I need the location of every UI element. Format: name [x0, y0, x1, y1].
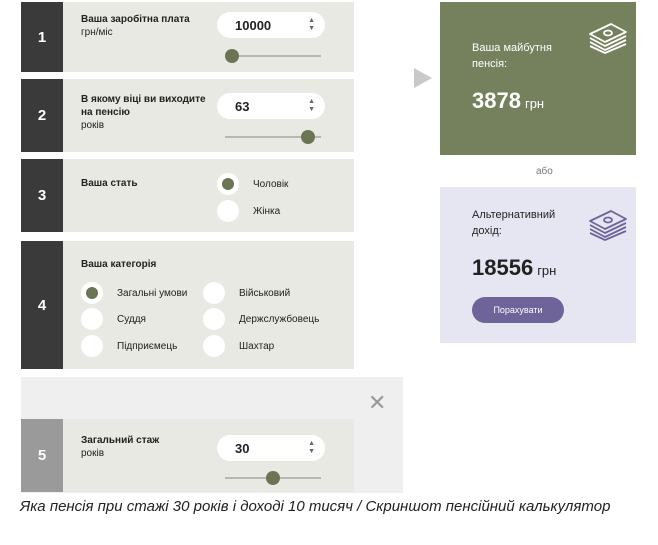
category-label: Ваша категорія — [81, 259, 157, 270]
image-caption: Яка пенсія при стажі 30 років і доході 1… — [20, 498, 611, 515]
stepper-arrows-icon[interactable]: ▲ ▼ — [308, 17, 315, 33]
step-number: 4 — [21, 241, 63, 369]
step-retirement-age: 2 В якому віці ви виходите на пенсію років… — [21, 79, 354, 152]
step-category: 4 Ваша категорія Загальні умови Військов… — [21, 241, 354, 369]
retirement-age-input[interactable]: 63 ▲ ▼ — [217, 93, 325, 119]
radio-label: Військовий — [239, 287, 291, 299]
radio-judge[interactable]: Суддя — [81, 308, 146, 330]
money-stack-icon — [589, 210, 627, 241]
radio-general[interactable]: Загальні умови — [81, 282, 187, 304]
experience-input[interactable]: 30 ▲ ▼ — [217, 435, 325, 461]
radio-label: Загальні умови — [117, 287, 188, 299]
radio-icon[interactable] — [81, 308, 103, 330]
radio-icon[interactable] — [81, 335, 103, 357]
radio-label: Жінка — [253, 205, 281, 217]
radio-label: Чоловік — [253, 178, 289, 190]
radio-label: Підприємець — [117, 340, 178, 352]
play-arrow-icon — [414, 68, 432, 88]
money-stack-icon — [589, 23, 627, 54]
future-pension-value: 3878 грн — [472, 88, 545, 113]
or-text: або — [536, 166, 553, 177]
salary-slider[interactable] — [225, 49, 321, 63]
stepper-arrows-icon[interactable]: ▲ ▼ — [308, 440, 315, 456]
radio-icon[interactable] — [203, 335, 225, 357]
stepper-arrows-icon[interactable]: ▲ ▼ — [308, 98, 315, 114]
gender-label: Ваша стать — [81, 178, 138, 189]
radio-icon[interactable] — [203, 308, 225, 330]
step-number: 3 — [21, 159, 63, 232]
retirement-age-label: В якому віці ви виходите на пенсію років — [81, 94, 206, 131]
step-number: 5 — [21, 419, 63, 492]
radio-military[interactable]: Військовий — [203, 282, 290, 304]
radio-selected-icon[interactable] — [217, 173, 239, 195]
step-gender: 3 Ваша стать Чоловік Жінка — [21, 159, 354, 232]
radio-label: Шахтар — [239, 340, 275, 352]
step-number: 2 — [21, 79, 63, 152]
radio-label: Суддя — [117, 313, 146, 325]
experience-label: Загальний стаж років — [81, 435, 160, 459]
radio-miner[interactable]: Шахтар — [203, 335, 274, 357]
radio-female[interactable]: Жінка — [217, 200, 280, 222]
radio-entrepreneur[interactable]: Підприємець — [81, 335, 177, 357]
calculate-button[interactable]: Порахувати — [472, 297, 564, 323]
step-number: 1 — [21, 2, 63, 72]
experience-slider[interactable] — [225, 471, 321, 485]
salary-input[interactable]: 10000 ▲ ▼ — [217, 12, 325, 38]
radio-male[interactable]: Чоловік — [217, 173, 288, 195]
slider-handle[interactable] — [225, 49, 239, 63]
radio-icon[interactable] — [203, 282, 225, 304]
radio-icon[interactable] — [217, 200, 239, 222]
alternative-income-card: Альтернативний дохід: 18556 грн Порахувати — [440, 187, 636, 343]
radio-label: Держслужбовець — [239, 313, 320, 325]
future-pension-card: Ваша майбутня пенсія: 3878 грн — [440, 2, 636, 155]
step-salary: 1 Ваша заробітна плата грн/міс 10000 ▲ ▼ — [21, 2, 354, 72]
step-experience: 5 Загальний стаж років 30 ▲ ▼ — [21, 419, 354, 492]
retirement-age-slider[interactable] — [225, 130, 321, 144]
radio-selected-icon[interactable] — [81, 282, 103, 304]
alternative-income-value: 18556 грн — [472, 255, 557, 280]
alternative-income-title: Альтернативний дохід: — [472, 209, 556, 237]
radio-civil-servant[interactable]: Держслужбовець — [203, 308, 319, 330]
future-pension-title: Ваша майбутня пенсія: — [472, 42, 552, 70]
salary-label: Ваша заробітна плата грн/міс — [81, 14, 190, 38]
slider-handle[interactable] — [266, 471, 280, 485]
slider-handle[interactable] — [301, 130, 315, 144]
close-icon[interactable]: ✕ — [368, 392, 386, 414]
